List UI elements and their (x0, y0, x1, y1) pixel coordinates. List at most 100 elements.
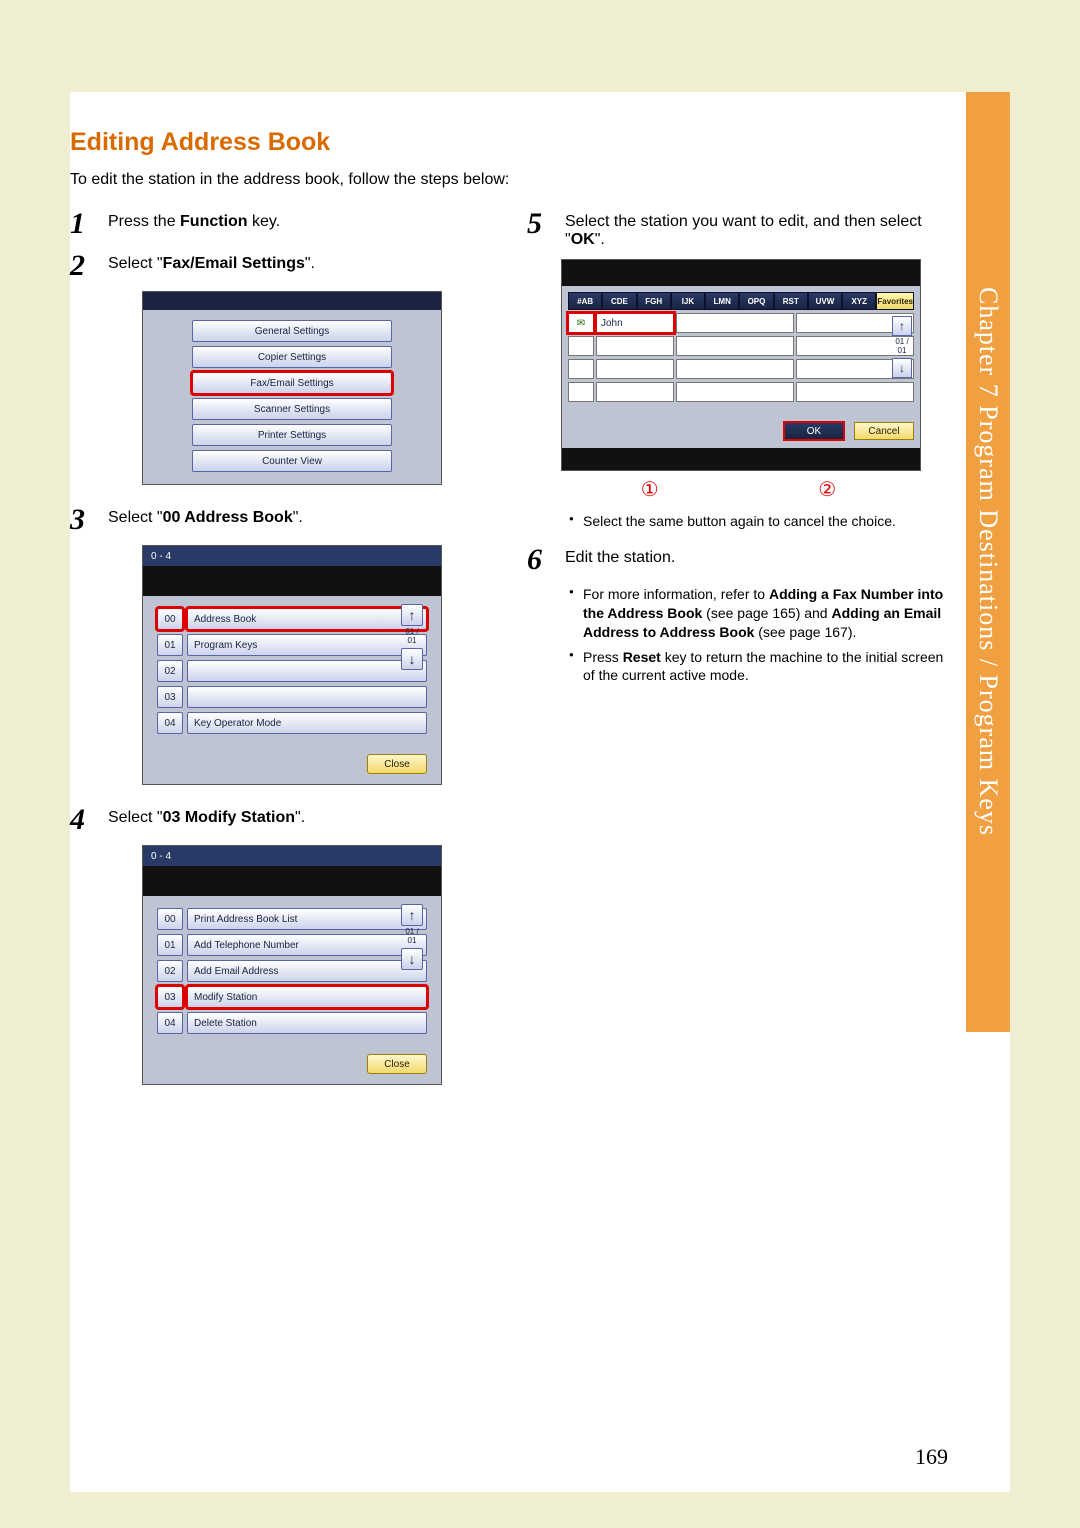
printer-settings-button[interactable]: Printer Settings (192, 424, 392, 446)
step-3: 3 Select "00 Address Book". (70, 503, 493, 535)
callouts: ① ② (561, 477, 916, 502)
step-num: 1 (70, 207, 108, 239)
tab-ab[interactable]: #AB (568, 292, 602, 310)
row-add-telephone-number[interactable]: 01Add Telephone Number (157, 934, 427, 956)
scroll-down-button[interactable]: ↓ (401, 648, 423, 670)
step-num: 5 (527, 207, 565, 249)
tab-fgh[interactable]: FGH (637, 292, 671, 310)
step-6: 6 Edit the station. (527, 543, 950, 575)
col-right: 5 Select the station you want to edit, a… (527, 207, 950, 1103)
counter-view-button[interactable]: Counter View (192, 450, 392, 472)
scroll-column: ↑ 01 / 01 ↓ (401, 604, 423, 670)
columns: 1 Press the Function key. 2 Select "Fax/… (70, 207, 950, 1103)
row-add-email-address[interactable]: 02Add Email Address (157, 960, 427, 982)
panel-list: 00Address Book 01Program Keys 02 03 04Ke… (143, 596, 441, 748)
address-book-menu-panel: 0 - 4 00Address Book 01Program Keys 02 0… (142, 545, 442, 785)
tab-cde[interactable]: CDE (602, 292, 636, 310)
row-address-book[interactable]: 00Address Book (157, 608, 427, 630)
step-text: Edit the station. (565, 543, 950, 575)
scroll-up-button[interactable]: ↑ (892, 316, 912, 336)
address-book-panel: #AB CDE FGH IJK LMN OPQ RST UVW XYZ Favo… (561, 259, 921, 471)
callout-2: ② (818, 477, 836, 502)
row-03[interactable]: 03 (157, 686, 427, 708)
ok-button[interactable]: OK (784, 422, 844, 440)
modify-station-menu-panel: 0 - 4 00Print Address Book List 01Add Te… (142, 845, 442, 1085)
row-program-keys[interactable]: 01Program Keys (157, 634, 427, 656)
lead-text: To edit the station in the address book,… (70, 171, 950, 189)
tab-rst[interactable]: RST (774, 292, 808, 310)
step-1: 1 Press the Function key. (70, 207, 493, 239)
col-left: 1 Press the Function key. 2 Select "Fax/… (70, 207, 493, 1103)
page: Chapter 7 Program Destinations / Program… (70, 92, 1010, 1492)
tab-opq[interactable]: OPQ (739, 292, 773, 310)
chapter-label: Chapter 7 Program Destinations / Program… (973, 287, 1003, 836)
copier-settings-button[interactable]: Copier Settings (192, 346, 392, 368)
step-4: 4 Select "03 Modify Station". (70, 803, 493, 835)
settings-panel: General Settings Copier Settings Fax/Ema… (142, 291, 442, 485)
cancel-button[interactable]: Cancel (854, 422, 914, 440)
close-button[interactable]: Close (367, 1054, 427, 1074)
section-title: Editing Address Book (70, 128, 950, 157)
page-number: 169 (915, 1444, 948, 1470)
general-settings-button[interactable]: General Settings (192, 320, 392, 342)
scroll-down-button[interactable]: ↓ (401, 948, 423, 970)
step-num: 4 (70, 803, 108, 835)
panel-body: #AB CDE FGH IJK LMN OPQ RST UVW XYZ Favo… (562, 286, 920, 448)
content: Editing Address Book To edit the station… (70, 128, 950, 1103)
fax-email-settings-button[interactable]: Fax/Email Settings (192, 372, 392, 394)
page-indicator: 01 / 01 (401, 628, 423, 646)
bullet-item: Press Reset key to return the machine to… (569, 648, 950, 686)
panel-black-strip (143, 866, 441, 896)
close-row: Close (143, 748, 441, 784)
scroll-up-button[interactable]: ↑ (401, 904, 423, 926)
callout-1: ① (641, 477, 659, 502)
station-row-john[interactable]: ✉ John (568, 313, 914, 333)
page-indicator: 01 / 01 (401, 928, 423, 946)
tab-ijk[interactable]: IJK (671, 292, 705, 310)
close-button[interactable]: Close (367, 754, 427, 774)
row-print-address-book-list[interactable]: 00Print Address Book List (157, 908, 427, 930)
scroll-down-button[interactable]: ↓ (892, 358, 912, 378)
row-02[interactable]: 02 (157, 660, 427, 682)
panel-header: 0 - 4 (143, 546, 441, 566)
page-indicator: 01 / 01 (892, 338, 912, 356)
station-name: John (596, 313, 674, 333)
step-2: 2 Select "Fax/Email Settings". (70, 249, 493, 281)
step-num: 6 (527, 543, 565, 575)
step-text: Select the station you want to edit, and… (565, 207, 950, 249)
alphabet-tabs: #AB CDE FGH IJK LMN OPQ RST UVW XYZ Favo… (568, 292, 914, 310)
step-num: 3 (70, 503, 108, 535)
row-modify-station[interactable]: 03Modify Station (157, 986, 427, 1008)
mail-icon: ✉ (568, 313, 594, 333)
bullets-step6: For more information, refer to Adding a … (527, 585, 950, 685)
bullet-item: Select the same button again to cancel t… (569, 512, 950, 531)
step-text: Press the Function key. (108, 207, 493, 239)
station-row[interactable] (568, 382, 914, 402)
panel-black-strip (562, 448, 920, 470)
scanner-settings-button[interactable]: Scanner Settings (192, 398, 392, 420)
bullets-step5: Select the same button again to cancel t… (527, 512, 950, 531)
panel-topbar (143, 292, 441, 310)
tab-lmn[interactable]: LMN (705, 292, 739, 310)
bullet-item: For more information, refer to Adding a … (569, 585, 950, 642)
station-row[interactable] (568, 359, 914, 379)
tab-uvw[interactable]: UVW (808, 292, 842, 310)
action-row: OK Cancel (568, 422, 914, 440)
row-key-operator-mode[interactable]: 04Key Operator Mode (157, 712, 427, 734)
chapter-tab: Chapter 7 Program Destinations / Program… (966, 92, 1010, 1032)
row-delete-station[interactable]: 04Delete Station (157, 1012, 427, 1034)
step-text: Select "03 Modify Station". (108, 803, 493, 835)
scroll-column: ↑ 01 / 01 ↓ (892, 316, 912, 378)
scroll-column: ↑ 01 / 01 ↓ (401, 904, 423, 970)
tab-favorites[interactable]: Favorites (876, 292, 914, 310)
step-5: 5 Select the station you want to edit, a… (527, 207, 950, 249)
station-row[interactable] (568, 336, 914, 356)
panel-list: General Settings Copier Settings Fax/Ema… (143, 310, 441, 484)
close-row: Close (143, 1048, 441, 1084)
scroll-up-button[interactable]: ↑ (401, 604, 423, 626)
panel-header: 0 - 4 (143, 846, 441, 866)
panel-black-strip (562, 260, 920, 286)
empty-cell (676, 313, 794, 333)
panel-black-strip (143, 566, 441, 596)
tab-xyz[interactable]: XYZ (842, 292, 876, 310)
